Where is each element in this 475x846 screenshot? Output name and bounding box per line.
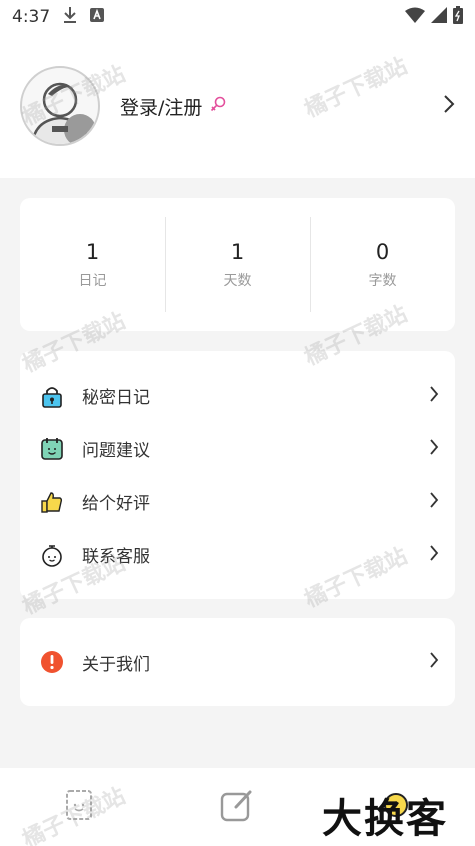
stopwatch-face-icon xyxy=(40,543,64,567)
diary-face-icon xyxy=(64,789,94,825)
stat-value: 1 xyxy=(230,239,245,264)
female-gender-icon xyxy=(210,96,226,116)
login-register-link[interactable]: 登录/注册 xyxy=(120,93,202,120)
menu-item-secret-diary[interactable]: 秘密日记 xyxy=(20,369,455,422)
chevron-right-icon xyxy=(429,438,439,459)
stat-words[interactable]: 0 字数 xyxy=(310,217,455,312)
alert-icon xyxy=(40,650,64,674)
edit-icon xyxy=(220,788,254,826)
stat-value: 0 xyxy=(375,239,390,264)
profile-header[interactable]: 登录/注册 xyxy=(0,34,475,178)
about-card: 关于我们 xyxy=(20,618,455,706)
chevron-right-icon xyxy=(429,385,439,406)
thumbs-up-icon xyxy=(40,490,64,514)
nav-diary-tab[interactable] xyxy=(0,789,158,825)
battery-icon xyxy=(453,5,463,29)
status-time: 4:37 xyxy=(12,7,51,27)
wifi-icon xyxy=(405,7,425,28)
stat-diaries[interactable]: 1 日记 xyxy=(20,217,165,312)
menu-item-label: 联系客服 xyxy=(82,547,150,567)
signal-icon xyxy=(431,6,447,28)
stat-days[interactable]: 1 天数 xyxy=(165,217,310,312)
stat-value: 1 xyxy=(85,239,100,264)
avatar[interactable] xyxy=(20,66,100,146)
lock-icon xyxy=(40,384,64,408)
logo-watermark: 大换客 xyxy=(322,795,448,842)
chevron-right-icon[interactable] xyxy=(443,94,455,118)
stats-card: 1 日记 1 天数 0 字数 xyxy=(20,198,455,331)
calendar-smile-icon xyxy=(40,437,64,461)
stat-label: 天数 xyxy=(223,272,252,289)
menu-item-label: 秘密日记 xyxy=(82,388,150,408)
chevron-right-icon xyxy=(429,491,439,512)
download-icon xyxy=(62,6,78,29)
menu-item-label: 关于我们 xyxy=(82,654,150,675)
menu-item-label: 问题建议 xyxy=(82,441,150,461)
app-notification-icon xyxy=(90,7,105,27)
status-bar: 4:37 xyxy=(0,0,475,34)
menu-card: 秘密日记 问题建议 给个好评 联系客服 xyxy=(20,351,455,599)
chevron-right-icon xyxy=(429,652,439,672)
stat-label: 字数 xyxy=(368,272,397,289)
nav-write-tab[interactable] xyxy=(158,788,316,826)
menu-item-customer-service[interactable]: 联系客服 xyxy=(20,528,455,581)
stat-label: 日记 xyxy=(78,272,107,289)
menu-item-label: 给个好评 xyxy=(82,494,150,514)
chevron-right-icon xyxy=(429,544,439,565)
menu-item-about-us[interactable]: 关于我们 xyxy=(20,636,455,689)
menu-item-feedback[interactable]: 问题建议 xyxy=(20,422,455,475)
menu-item-rate-app[interactable]: 给个好评 xyxy=(20,475,455,528)
